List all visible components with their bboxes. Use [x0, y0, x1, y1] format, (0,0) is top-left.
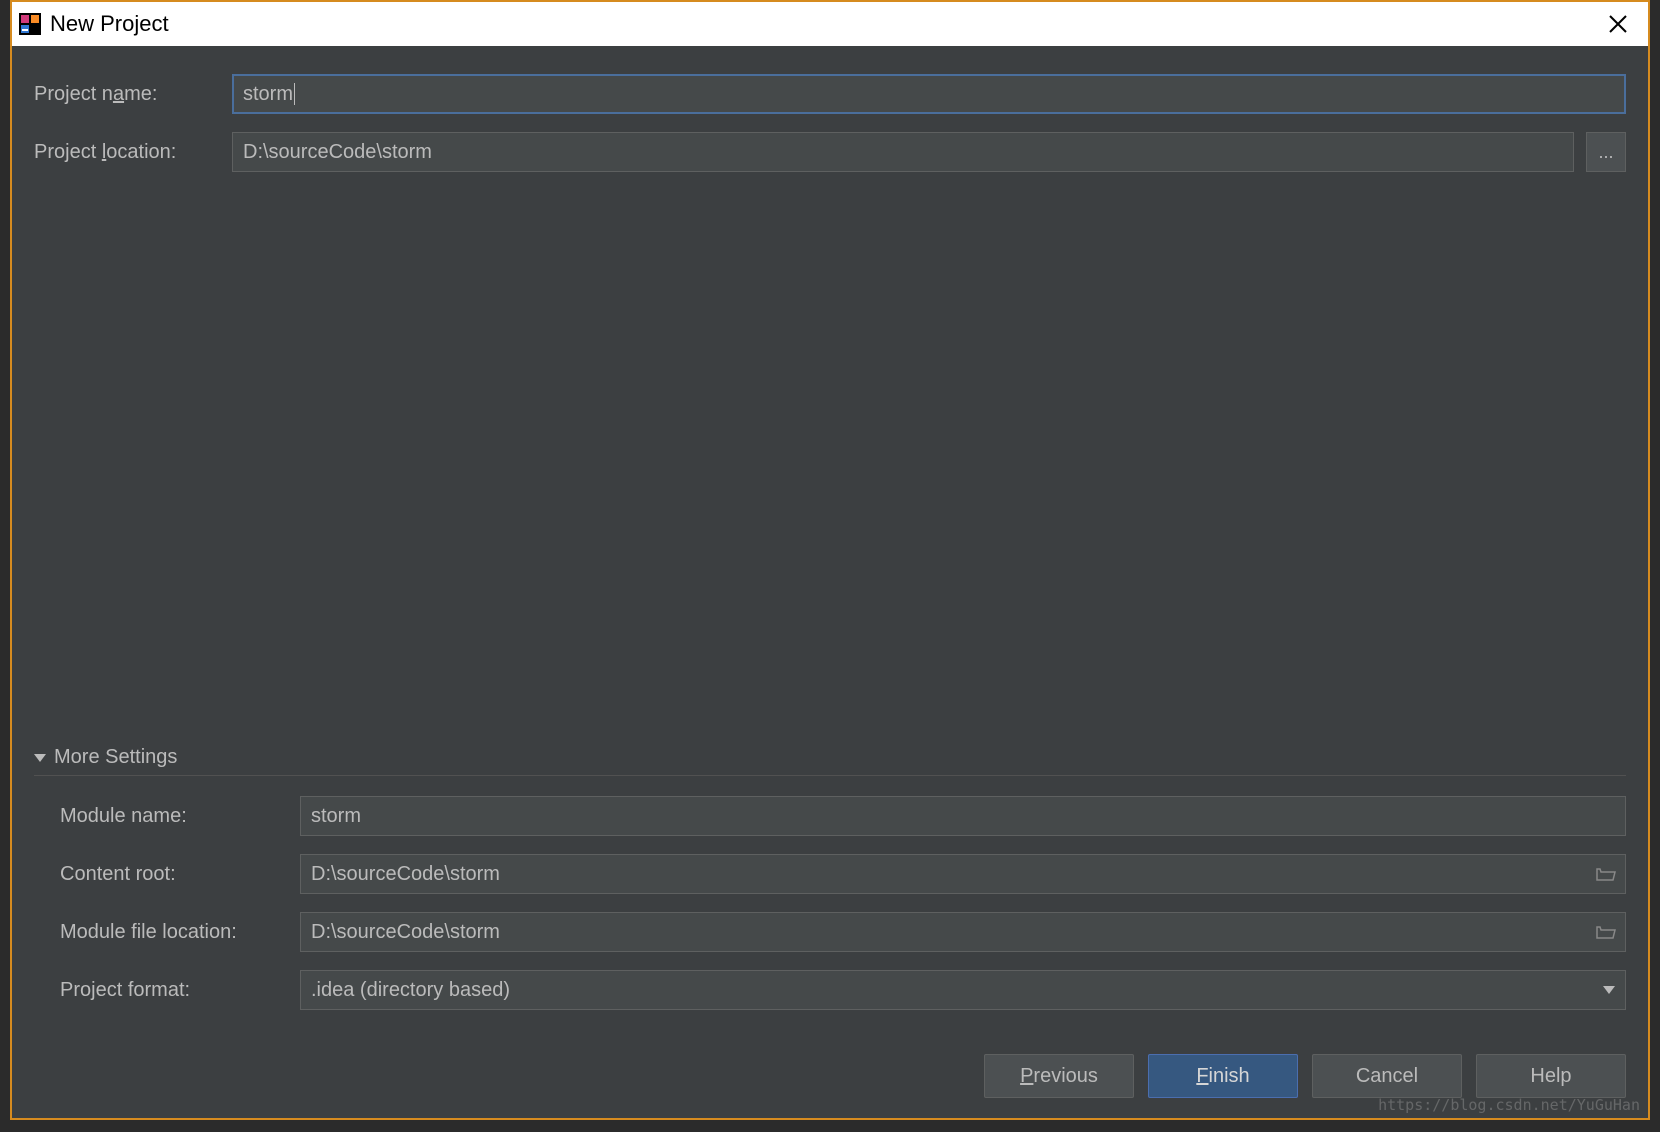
cancel-button[interactable]: Cancel: [1312, 1054, 1462, 1098]
project-location-input[interactable]: [232, 132, 1574, 172]
module-file-location-input[interactable]: [300, 912, 1626, 952]
content-spacer: [34, 190, 1626, 746]
project-format-row: Project format: .idea (directory based): [60, 970, 1626, 1010]
content-root-row: Content root:: [60, 854, 1626, 894]
finish-button[interactable]: Finish: [1148, 1054, 1298, 1098]
project-name-label: Project name:: [34, 83, 220, 106]
content-root-wrap: [300, 854, 1626, 894]
module-name-label: Module name:: [60, 805, 288, 828]
browse-location-button[interactable]: ...: [1586, 132, 1626, 172]
dialog-content: Project name: storm Project location: ..…: [12, 46, 1648, 1118]
folder-open-icon[interactable]: [1596, 866, 1616, 882]
folder-open-icon[interactable]: [1596, 924, 1616, 940]
project-location-label: Project location:: [34, 141, 220, 164]
more-settings-toggle[interactable]: More Settings: [34, 746, 1626, 776]
new-project-dialog: New Project Project name: storm Project …: [10, 0, 1650, 1120]
more-settings-body: Module name: Content root: Module file l…: [34, 796, 1626, 1028]
project-format-value: .idea (directory based): [311, 979, 510, 1002]
project-name-input[interactable]: storm: [232, 74, 1626, 114]
previous-button[interactable]: Previous: [984, 1054, 1134, 1098]
titlebar: New Project: [12, 2, 1648, 46]
help-button[interactable]: Help: [1476, 1054, 1626, 1098]
project-location-row: Project location: ...: [34, 132, 1626, 172]
module-file-location-wrap: [300, 912, 1626, 952]
content-root-input[interactable]: [300, 854, 1626, 894]
module-file-location-label: Module file location:: [60, 921, 288, 944]
close-button[interactable]: [1602, 8, 1634, 40]
project-format-label: Project format:: [60, 979, 288, 1002]
project-name-row: Project name: storm: [34, 74, 1626, 114]
module-name-row: Module name:: [60, 796, 1626, 836]
window-title: New Project: [50, 11, 169, 37]
module-file-location-row: Module file location:: [60, 912, 1626, 952]
chevron-down-icon: [1603, 986, 1615, 994]
titlebar-left: New Project: [18, 11, 169, 37]
chevron-down-icon: [34, 754, 46, 762]
project-format-select[interactable]: .idea (directory based): [300, 970, 1626, 1010]
text-cursor: [294, 83, 295, 105]
content-root-label: Content root:: [60, 863, 288, 886]
close-icon: [1608, 14, 1628, 34]
more-settings-label: More Settings: [54, 746, 177, 769]
intellij-icon: [18, 12, 42, 36]
project-name-value: storm: [243, 83, 293, 106]
module-name-input[interactable]: [300, 796, 1626, 836]
button-bar: Previous Finish Cancel Help: [34, 1028, 1626, 1098]
watermark-text: https://blog.csdn.net/YuGuHan: [1378, 1096, 1640, 1114]
